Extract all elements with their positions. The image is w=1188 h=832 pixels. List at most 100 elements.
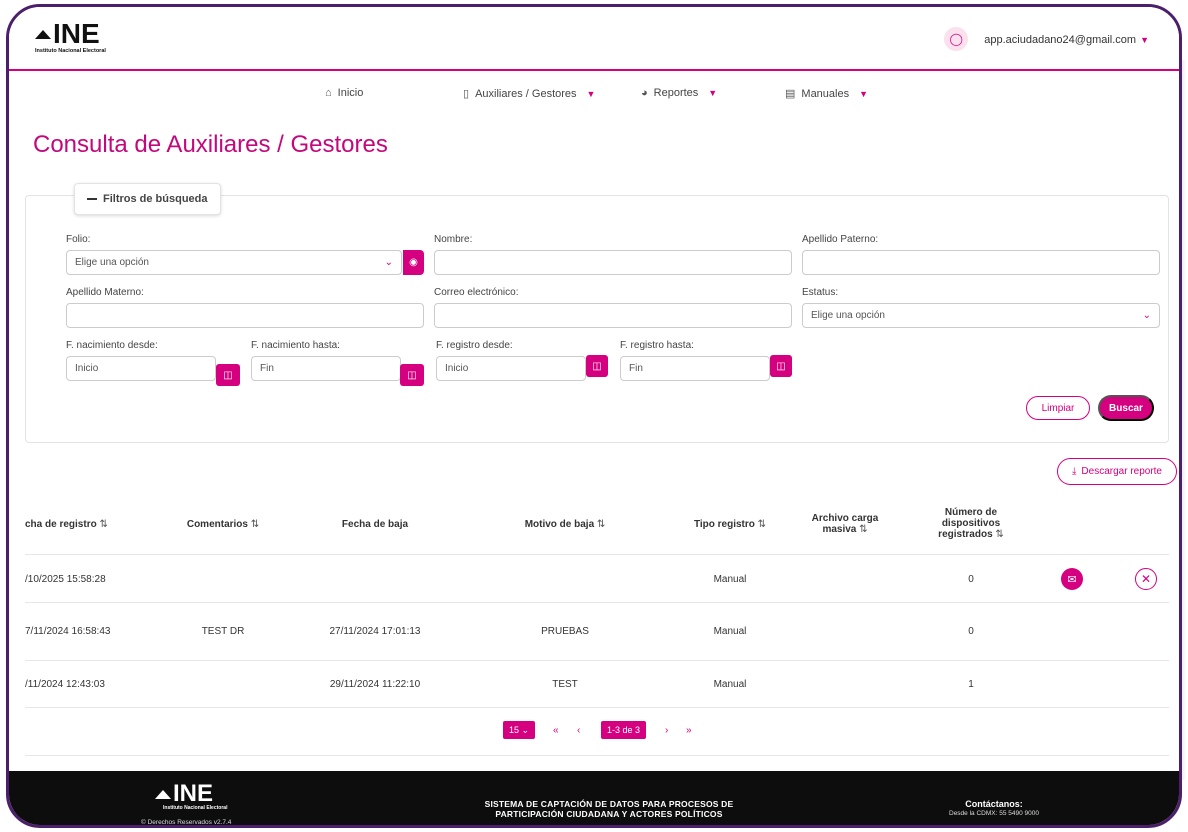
footer-contact-phone[interactable]: Desde la CDMX: 55 5490 9000 [929, 810, 1059, 817]
f-nac-hasta-input[interactable]: Fin [251, 356, 401, 381]
cell-dispositivos: 0 [968, 626, 974, 637]
folio-select-value: Elige una opción [75, 257, 149, 268]
f-nac-desde-input[interactable]: Inicio [66, 356, 216, 381]
last-page-button[interactable]: » [686, 721, 692, 739]
th-tipo-registro[interactable]: Tipo registro ⇅ [675, 519, 785, 530]
descargar-reporte-button[interactable]: ⤓ Descargar reporte [1057, 458, 1177, 485]
f-nac-desde-placeholder: Inicio [75, 363, 99, 374]
user-avatar-icon[interactable]: ◯ [944, 27, 969, 51]
f-reg-desde-input[interactable]: Inicio [436, 356, 586, 381]
f-reg-hasta-calendar-button[interactable]: ◫ [770, 355, 792, 377]
f-nac-desde-calendar-button[interactable]: ◫ [216, 364, 240, 386]
buscar-button[interactable]: Buscar [1098, 395, 1154, 421]
apellido-materno-input[interactable] [66, 303, 424, 328]
apellido-materno-label: Apellido Materno: [66, 287, 144, 298]
f-reg-hasta-input[interactable]: Fin [620, 356, 770, 381]
chevron-left-icon: ‹ [577, 724, 581, 736]
sort-icon[interactable]: ⇅ [99, 519, 107, 530]
th-label: Tipo registro [693, 519, 755, 530]
th-label: Archivo carga [811, 513, 879, 524]
estatus-label: Estatus: [802, 287, 839, 298]
user-email[interactable]: app.aciudadano24@gmail.com [984, 34, 1136, 46]
th-label: Fecha de baja [341, 519, 409, 530]
th-label: cha de registro [25, 519, 97, 530]
sort-icon[interactable]: ⇅ [597, 519, 605, 530]
th-fecha-baja: Fecha de baja [320, 519, 430, 530]
page-range: 1-3 de 3 [601, 721, 647, 739]
table-row[interactable]: /10/2025 15:58:28 Manual 0 ✉ ✕ [25, 556, 1169, 603]
next-page-button[interactable]: › [665, 721, 668, 739]
folio-select[interactable]: Elige una opción ⌄ [66, 250, 402, 275]
nav-item-auxiliares[interactable]: ▯ Auxiliares / Gestores ▼ [463, 87, 596, 101]
footer-contact-title: Contáctanos: [965, 799, 1023, 809]
eye-icon: ◉ [409, 257, 418, 268]
f-nac-hasta-label: F. nacimiento hasta: [251, 340, 340, 351]
user-menu[interactable]: ◯ app.aciudadano24@gmail.com ▼ [944, 27, 1149, 51]
page-size-select[interactable]: 15 ⌄ [503, 721, 536, 739]
chevron-down-icon: ⌄ [521, 724, 530, 735]
cancel-action-button[interactable]: ✕ [1135, 568, 1157, 590]
chart-icon: ◕ [641, 87, 648, 99]
f-nac-hasta-placeholder: Fin [260, 363, 274, 374]
chevron-down-icon[interactable]: ▼ [1140, 35, 1149, 45]
footer-logo-text: INE [173, 780, 214, 807]
page-size-value: 15 [509, 725, 520, 735]
correo-input[interactable] [434, 303, 792, 328]
th-fecha-registro[interactable]: cha de registro ⇅ [25, 519, 121, 530]
footer: INE Instituto Nacional Electoral © Derec… [9, 771, 1179, 826]
nav-item-reportes[interactable]: ◕ Reportes ▼ [641, 87, 717, 99]
calendar-icon: ◫ [776, 360, 786, 372]
f-nac-hasta-calendar-button[interactable]: ◫ [400, 364, 424, 386]
cell-fecha-registro: 7/11/2024 16:58:43 [25, 626, 111, 637]
first-page-button[interactable]: « [553, 721, 559, 739]
logo-subtitle: Instituto Nacional Electoral [35, 48, 106, 54]
table-row[interactable]: /11/2024 12:43:03 29/11/2024 11:22:10 TE… [25, 662, 1169, 708]
footer-system-name: SISTEMA DE CAPTACIÓN DE DATOS PARA PROCE… [439, 799, 779, 819]
table-row[interactable]: 7/11/2024 16:58:43 TEST DR 27/11/2024 17… [25, 604, 1169, 661]
th-label: Comentarios [186, 519, 248, 530]
apellido-paterno-input[interactable] [802, 250, 1160, 275]
sort-icon[interactable]: ⇅ [251, 519, 259, 530]
sort-icon[interactable]: ⇅ [758, 519, 766, 530]
filters-toggle-tab[interactable]: Filtros de búsqueda [74, 183, 221, 215]
mail-action-button[interactable]: ✉ [1061, 568, 1083, 590]
download-icon: ⤓ [1071, 466, 1077, 477]
nav-item-manuales[interactable]: ▤ Manuales ▼ [785, 87, 868, 101]
folio-view-button[interactable]: ◉ [403, 250, 424, 275]
document-icon: ▤ [785, 88, 796, 100]
nav-label: Manuales [801, 87, 850, 100]
app-window: INE Instituto Nacional Electoral ◯ app.a… [6, 4, 1182, 828]
nav-item-inicio[interactable]: ⌂ Inicio [325, 87, 363, 99]
estatus-select[interactable]: Elige una opción ⌄ [802, 303, 1160, 328]
f-reg-desde-placeholder: Inicio [445, 363, 469, 374]
calendar-icon: ◫ [592, 360, 602, 372]
sort-icon[interactable]: ⇅ [995, 529, 1003, 540]
pagination: 15 ⌄ « ‹ 1-3 de 3 › » [9, 721, 1179, 741]
calendar-icon: ◫ [223, 369, 233, 381]
cell-fecha-baja: 27/11/2024 17:01:13 [329, 626, 421, 637]
chevron-down-icon: ▼ [586, 88, 596, 99]
footer-copyright: © Derechos Reservados v2.7.4 [141, 819, 232, 826]
table-header: cha de registro ⇅ Comentarios ⇅ Fecha de… [25, 505, 1169, 555]
prev-page-button[interactable]: ‹ [577, 721, 580, 739]
f-reg-desde-calendar-button[interactable]: ◫ [586, 355, 608, 377]
footer-system-line: SISTEMA DE CAPTACIÓN DE DATOS PARA PROCE… [484, 799, 734, 809]
th-archivo-carga[interactable]: Archivo carga masiva ⇅ [795, 513, 895, 535]
limpiar-button[interactable]: Limpiar [1026, 396, 1090, 420]
th-comentarios[interactable]: Comentarios ⇅ [175, 519, 271, 530]
nombre-input[interactable] [434, 250, 792, 275]
ine-logo[interactable]: INE Instituto Nacional Electoral [35, 20, 106, 54]
folio-label: Folio: [66, 234, 91, 245]
ine-diamond-icon [155, 789, 171, 799]
th-motivo-baja[interactable]: Motivo de baja ⇅ [505, 519, 625, 530]
th-label: dispositivos [941, 518, 1001, 529]
sort-icon[interactable]: ⇅ [859, 524, 867, 535]
th-dispositivos[interactable]: Número de dispositivos registrados ⇅ [921, 507, 1021, 540]
chevron-down-icon: ⌄ [384, 257, 393, 268]
top-header: INE Instituto Nacional Electoral ◯ app.a… [9, 7, 1179, 71]
table-bottom-divider [25, 755, 1169, 756]
search-filters-panel: Filtros de búsqueda Folio: Elige una opc… [25, 183, 1169, 443]
cell-tipo-registro: Manual [713, 574, 747, 585]
cell-fecha-registro: /10/2025 15:58:28 [25, 574, 106, 585]
chevron-right-icon: › [665, 724, 669, 736]
